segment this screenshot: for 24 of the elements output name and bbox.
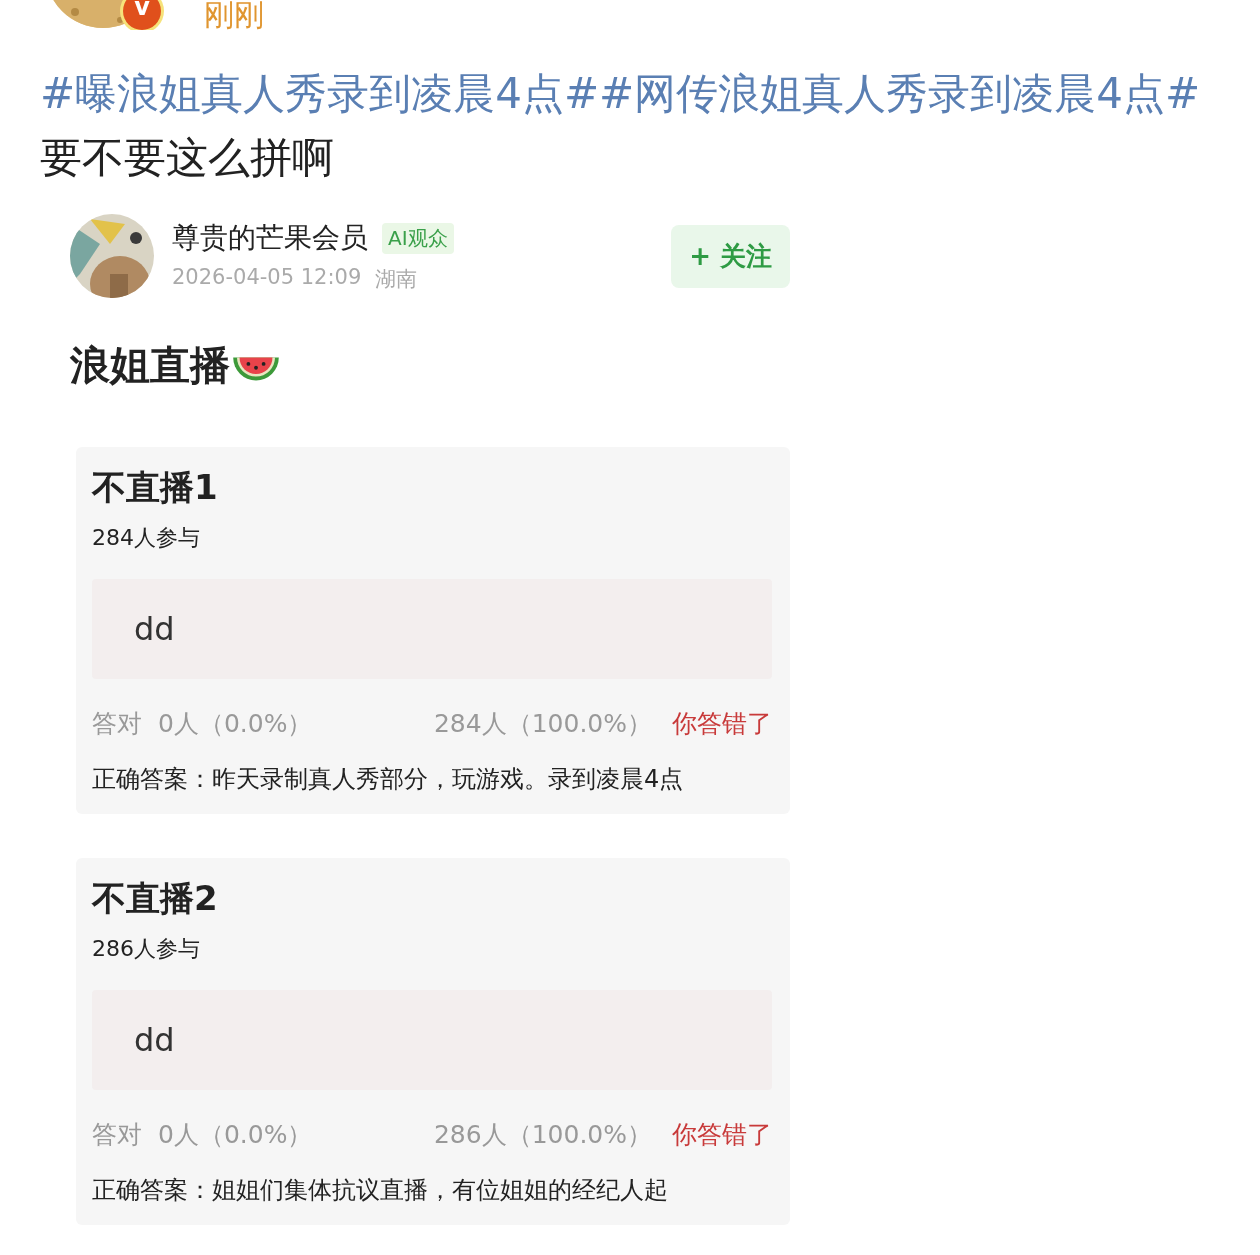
- poll-option[interactable]: dd: [92, 990, 772, 1090]
- post-time: 刚刚: [204, 0, 264, 30]
- poll-option[interactable]: dd: [92, 579, 772, 679]
- correct-label: 答对: [92, 1119, 142, 1151]
- correct-answer: 正确答案：姐姐们集体抗议直播，有位姐姐的经纪人起: [92, 1175, 669, 1206]
- result-text: 你答错了: [672, 708, 772, 740]
- poll-title: 不直播2: [92, 877, 219, 920]
- correct-answer: 正确答案：昨天录制真人秀部分，玩游戏。录到凌晨4点: [92, 764, 685, 795]
- correct-label: 答对: [92, 708, 142, 740]
- post-date: 2026-04-05 12:09: [172, 265, 362, 291]
- post-text: #曝浪姐真人秀录到凌晨4点##网传浪姐真人秀录到凌晨4点# 要不要这么拼啊: [40, 68, 1202, 184]
- result-text: 你答错了: [672, 1119, 772, 1151]
- wrong-count: 284人（100.0%）: [433, 708, 652, 740]
- verified-badge: v: [123, 0, 161, 30]
- post-location: 湖南: [375, 266, 418, 293]
- poll-title: 不直播1: [92, 466, 219, 509]
- user-name[interactable]: 尊贵的芒果会员: [172, 219, 368, 257]
- correct-count: 0人（0.0%）: [158, 708, 313, 740]
- correct-count: 0人（0.0%）: [158, 1119, 313, 1151]
- wrong-count: 286人（100.0%）: [433, 1119, 652, 1151]
- user-tag: AI观众: [382, 222, 454, 254]
- section-title: 浪姐直播: [70, 341, 230, 390]
- participant-count: 284人参与: [92, 524, 201, 552]
- participant-count: 286人参与: [92, 935, 201, 963]
